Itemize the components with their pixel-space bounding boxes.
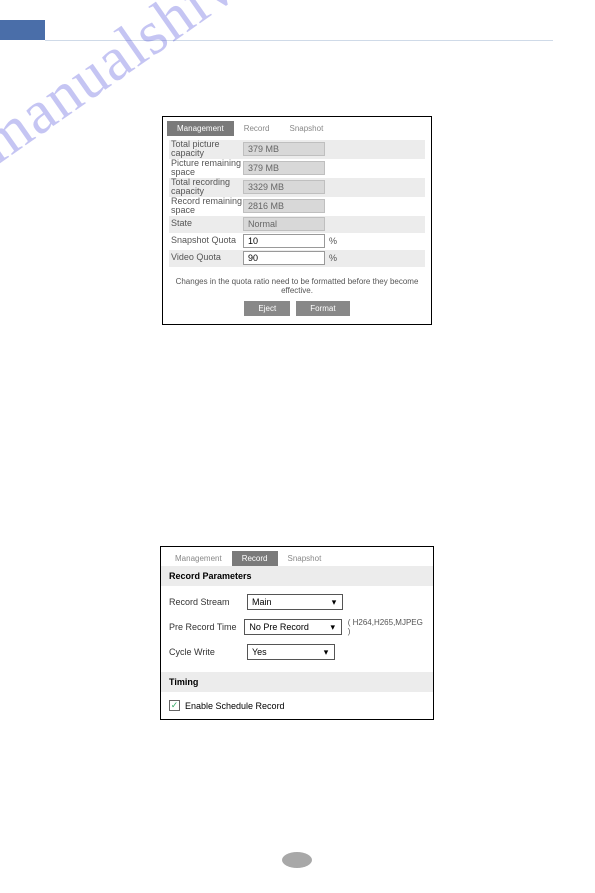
tab-management[interactable]: Management [165, 551, 232, 566]
section-timing: Timing [161, 672, 433, 692]
label: Cycle Write [169, 647, 247, 657]
section-record-parameters: Record Parameters [161, 566, 433, 586]
unit: % [329, 236, 337, 246]
page-number-pill [282, 852, 312, 868]
record-form: Record Stream Main ▾ Pre Record Time No … [161, 586, 433, 672]
tab-record[interactable]: Record [232, 551, 278, 566]
cycle-write-select[interactable]: Yes ▾ [247, 644, 335, 660]
enable-schedule-checkbox[interactable]: ✓ [169, 700, 180, 711]
select-value: Yes [252, 647, 267, 657]
tab-bar: Management Record Snapshot [163, 117, 431, 136]
unit: % [329, 253, 337, 263]
tab-management[interactable]: Management [167, 121, 234, 136]
row-pre-record-time: Pre Record Time No Pre Record ▾ ( H264,H… [169, 618, 425, 636]
eject-button[interactable]: Eject [244, 301, 290, 316]
checkbox-label: Enable Schedule Record [185, 701, 285, 711]
row-record-stream: Record Stream Main ▾ [169, 594, 425, 610]
label: Total picture capacity [171, 140, 243, 159]
label: Pre Record Time [169, 622, 244, 632]
management-rows: Total picture capacity 379 MB Picture re… [163, 136, 431, 271]
tab-bar: Management Record Snapshot [161, 547, 433, 566]
chevron-down-icon: ▾ [320, 646, 332, 658]
format-button[interactable]: Format [296, 301, 349, 316]
label: Snapshot Quota [171, 236, 243, 245]
select-value: No Pre Record [249, 622, 309, 632]
row-state: State Normal [169, 216, 425, 233]
row-record-remaining-space: Record remaining space 2816 MB [169, 197, 425, 216]
quota-note: Changes in the quota ratio need to be fo… [163, 271, 431, 295]
value-readonly: 3329 MB [243, 180, 325, 194]
label: Total recording capacity [171, 178, 243, 197]
row-picture-remaining-space: Picture remaining space 379 MB [169, 159, 425, 178]
value-readonly: 379 MB [243, 142, 325, 156]
record-panel: Management Record Snapshot Record Parame… [160, 546, 434, 720]
pre-record-time-select[interactable]: No Pre Record ▾ [244, 619, 341, 635]
row-total-picture-capacity: Total picture capacity 379 MB [169, 140, 425, 159]
header-accent-bar [0, 20, 45, 40]
label: Record remaining space [171, 197, 243, 216]
tab-record[interactable]: Record [234, 121, 280, 136]
label: Picture remaining space [171, 159, 243, 178]
storage-management-panel: Management Record Snapshot Total picture… [162, 116, 432, 325]
header-rule [45, 40, 553, 41]
label: Record Stream [169, 597, 247, 607]
value-readonly: Normal [243, 217, 325, 231]
snapshot-quota-input[interactable]: 10 [243, 234, 325, 248]
value-readonly: 2816 MB [243, 199, 325, 213]
select-value: Main [252, 597, 272, 607]
row-cycle-write: Cycle Write Yes ▾ [169, 644, 425, 660]
chevron-down-icon: ▾ [328, 596, 340, 608]
label: State [171, 219, 243, 228]
tab-snapshot[interactable]: Snapshot [280, 121, 334, 136]
row-video-quota: Video Quota 90 % [169, 250, 425, 267]
record-stream-select[interactable]: Main ▾ [247, 594, 343, 610]
row-total-recording-capacity: Total recording capacity 3329 MB [169, 178, 425, 197]
row-enable-schedule: ✓ Enable Schedule Record [161, 692, 433, 719]
tab-snapshot[interactable]: Snapshot [278, 551, 332, 566]
chevron-down-icon: ▾ [327, 621, 339, 633]
row-snapshot-quota: Snapshot Quota 10 % [169, 233, 425, 250]
button-row: Eject Format [163, 295, 431, 324]
value-readonly: 379 MB [243, 161, 325, 175]
label: Video Quota [171, 253, 243, 262]
codec-hint: ( H264,H265,MJPEG ) [348, 618, 425, 636]
video-quota-input[interactable]: 90 [243, 251, 325, 265]
